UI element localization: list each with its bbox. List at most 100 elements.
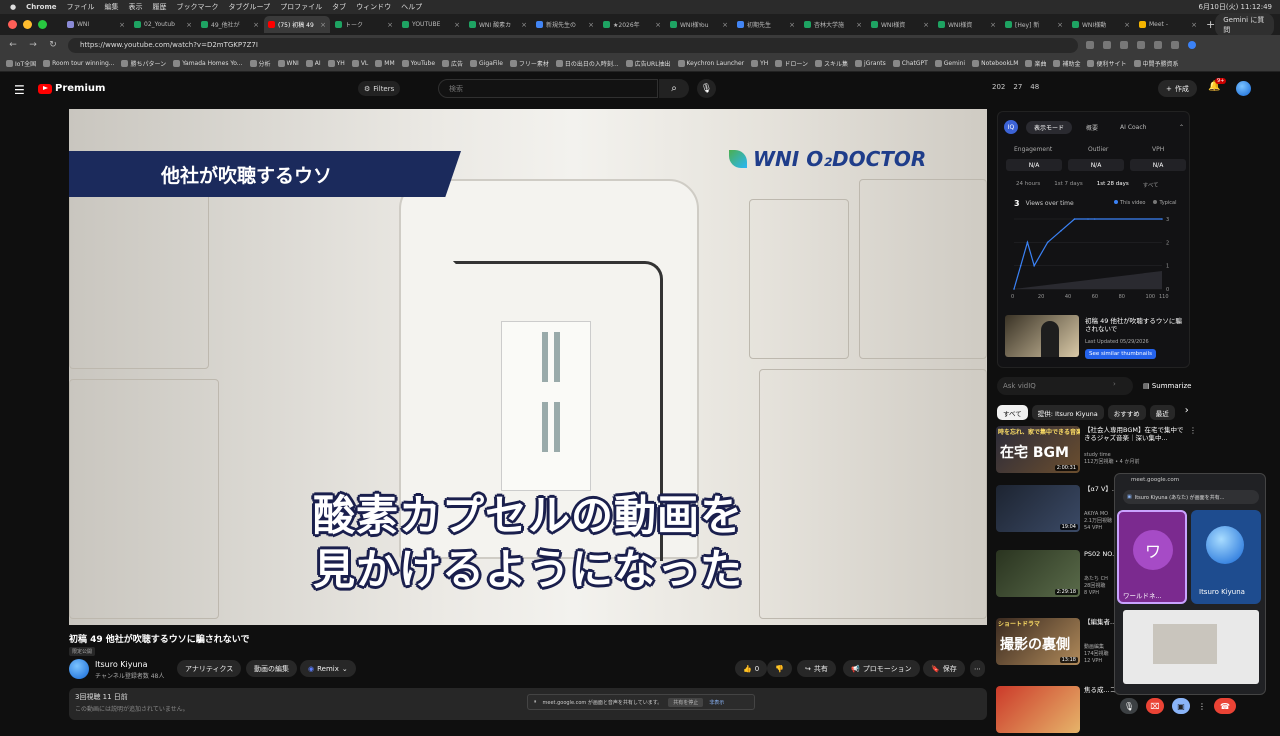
browser-tab[interactable]: (75) 初稿 49 × [264, 16, 330, 33]
range-tab[interactable]: 1st 28 days [1097, 181, 1129, 189]
channel-avatar[interactable] [69, 659, 89, 679]
camera-off-icon[interactable]: ⌧ [1146, 698, 1164, 714]
recommendation-thumbnail[interactable] [996, 686, 1080, 733]
recommendation-thumbnail[interactable]: ショートドラマ 撮影の裏側 13:18 [996, 618, 1080, 665]
menu-item[interactable]: タブ [332, 2, 346, 12]
close-icon[interactable]: × [387, 21, 393, 29]
analytics-button[interactable]: アナリティクス [177, 660, 242, 677]
browser-tab[interactable]: WNI様資 × [934, 16, 1000, 33]
gemini-button[interactable]: Gemini に質問 [1215, 12, 1274, 37]
edit-video-button[interactable]: 動画の編集 [246, 660, 297, 677]
browser-tab[interactable]: WNI様動 × [1068, 16, 1134, 33]
browser-tab[interactable]: 02_Youtub × [130, 16, 196, 33]
recommendation-thumbnail[interactable]: 19:04 [996, 485, 1080, 532]
close-icon[interactable]: × [1191, 21, 1197, 29]
menu-item[interactable]: 履歴 [153, 2, 167, 12]
browser-tab[interactable]: トーク × [331, 16, 397, 33]
close-window-button[interactable] [8, 20, 17, 29]
bookmark-item[interactable]: ChatGPT [892, 59, 928, 67]
menu-app-name[interactable]: Chrome [26, 3, 56, 11]
menu-item[interactable]: ブックマーク [177, 2, 219, 12]
mode-tab[interactable]: AI Coach [1112, 122, 1154, 133]
bookmark-item[interactable]: 広告URL抽出 [625, 59, 671, 68]
menu-item[interactable]: プロファイル [280, 2, 322, 12]
bookmark-item[interactable]: フリー素材 [509, 59, 549, 68]
menu-icon[interactable]: ☰ [14, 83, 25, 97]
bookmark-item[interactable]: 分析 [249, 59, 271, 68]
browser-tab[interactable]: WNI様資 × [867, 16, 933, 33]
bookmark-item[interactable]: Yamada Homes Yo... [173, 59, 243, 67]
browser-tab[interactable]: 杏林大学施 × [800, 16, 866, 33]
close-icon[interactable]: × [454, 21, 460, 29]
more-icon[interactable]: ⋮ [1198, 698, 1206, 714]
bookmark-item[interactable]: AI [305, 59, 321, 67]
chip[interactable]: おすすめ [1107, 405, 1146, 420]
bookmark-item[interactable]: YH [327, 59, 345, 67]
extension-icon[interactable] [1086, 41, 1094, 49]
bookmark-item[interactable]: 広告 [442, 59, 463, 68]
browser-tab[interactable]: 初期先生 × [733, 16, 799, 33]
hide-banner-button[interactable]: 非表示 [709, 699, 724, 706]
browser-tab[interactable]: WNI様You × [666, 16, 732, 33]
thumbnail-card[interactable]: 初稿 49 他社が吹聴するウソに騙されないで Last Updated 05/2… [1005, 315, 1183, 363]
channel-name[interactable]: Itsuro Kiyuna [95, 660, 148, 669]
bookmark-item[interactable]: 楽曲 [1025, 59, 1046, 68]
bookmark-item[interactable]: IoT全国 [6, 59, 36, 68]
chip[interactable]: 最近 [1149, 405, 1175, 420]
bookmark-item[interactable]: YH [751, 59, 768, 67]
notifications-button[interactable]: 🔔 9+ [1208, 78, 1227, 92]
mic-button[interactable]: 🎙 [697, 79, 716, 98]
bookmark-item[interactable]: jGrants [855, 59, 886, 67]
menu-item[interactable]: ウィンドウ [356, 2, 391, 12]
mic-icon[interactable]: 🎙 [1120, 698, 1138, 714]
bookmark-item[interactable]: YouTube [401, 59, 435, 67]
views-dropdown[interactable]: Views over time [1026, 200, 1074, 207]
bookmark-item[interactable]: Room tour winning... [43, 59, 114, 67]
bookmark-item[interactable]: 日の出日の入時刻... [555, 59, 619, 68]
recommendation-thumbnail[interactable]: 時を忘れ、家で集中できる音楽 在宅 BGM 2:00:31 [996, 426, 1080, 473]
youtube-logo[interactable]: Premium [38, 83, 105, 94]
close-icon[interactable]: × [1057, 21, 1063, 29]
range-tab[interactable]: すべて [1143, 181, 1159, 189]
bookmark-item[interactable]: GigaFile [470, 59, 503, 67]
search-button[interactable]: ⌕ [659, 79, 689, 98]
browser-tab[interactable]: 新規先生の × [532, 16, 598, 33]
browser-tab[interactable]: YOUTUBE × [398, 16, 464, 33]
participant-tile[interactable]: Itsuro Kiyuna [1191, 510, 1261, 604]
filters-button[interactable]: ⚙ Filters [358, 81, 401, 96]
recommendation-title[interactable]: 【社会人専用BGM】在宅で集中できるジャズ音楽｜深い集中... [1084, 426, 1188, 442]
promotion-button[interactable]: 📢 プロモーション [843, 660, 920, 677]
summarize-button[interactable]: ▤ Summarize [1143, 382, 1191, 390]
menu-item[interactable]: ファイル [67, 2, 95, 12]
chip[interactable]: 提供: Itsuro Kiyuna [1031, 405, 1104, 420]
hang-up-icon[interactable]: ☎ [1214, 698, 1236, 714]
new-tab-button[interactable]: + [1206, 18, 1215, 31]
close-icon[interactable]: × [655, 21, 661, 29]
close-icon[interactable]: × [253, 21, 259, 29]
browser-tab[interactable]: [Hey] 新 × [1001, 16, 1067, 33]
close-icon[interactable]: × [990, 21, 996, 29]
maximize-window-button[interactable] [38, 20, 47, 29]
browser-tab[interactable]: ★2026年 × [599, 16, 665, 33]
vidiq-logo-icon[interactable]: IQ [1004, 120, 1018, 134]
close-icon[interactable]: × [722, 21, 728, 29]
extension-icon[interactable] [1154, 41, 1162, 49]
bookmark-item[interactable]: Keychron Launcher [677, 59, 744, 67]
url-bar[interactable]: https://www.youtube.com/watch?v=D2mTGKP7… [68, 37, 1078, 53]
bookmark-item[interactable]: Gemini [934, 59, 965, 67]
menu-item[interactable]: タブグループ [229, 2, 271, 12]
range-tab[interactable]: 24 hours [1016, 181, 1040, 189]
range-tab[interactable]: 1st 7 days [1054, 181, 1083, 189]
extension-icon[interactable] [1120, 41, 1128, 49]
close-icon[interactable]: × [320, 21, 326, 29]
avatar[interactable] [1236, 81, 1251, 96]
bookmark-item[interactable]: 便利サイト [1087, 59, 1127, 68]
close-icon[interactable]: × [1124, 21, 1130, 29]
close-icon[interactable]: × [521, 21, 527, 29]
bookmark-item[interactable]: スキル集 [815, 59, 848, 68]
close-icon[interactable]: × [588, 21, 594, 29]
forward-icon[interactable]: → [26, 40, 40, 50]
stop-sharing-button[interactable]: 共有を停止 [668, 697, 704, 707]
present-icon[interactable]: ▣ [1172, 698, 1190, 714]
chevron-up-icon[interactable]: ⌃ [1179, 124, 1184, 131]
